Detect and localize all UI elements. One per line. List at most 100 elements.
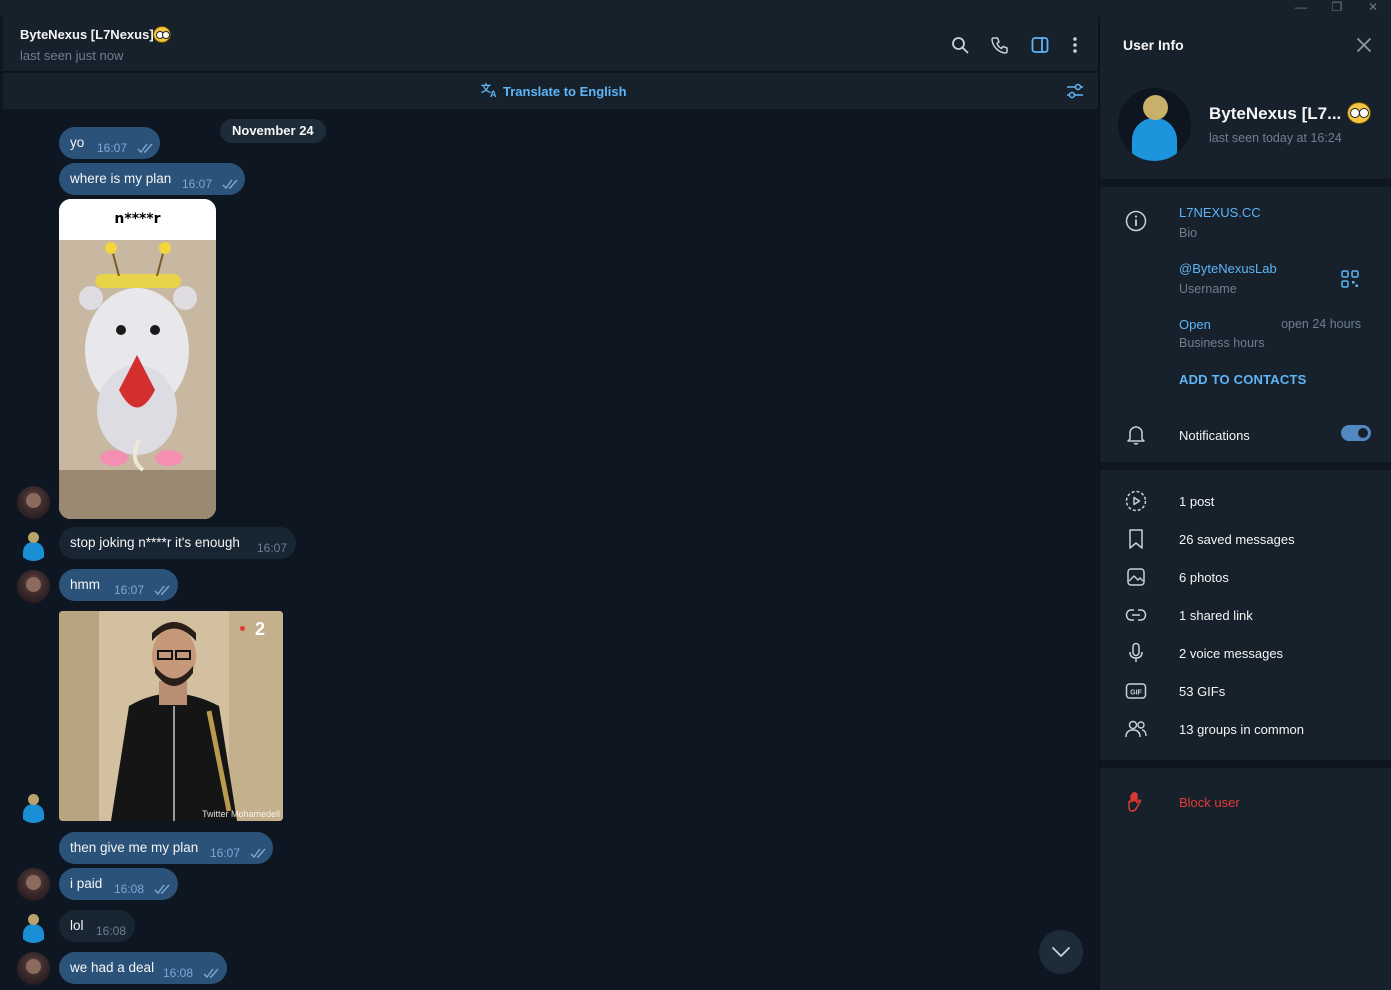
message-text: then give me my plan — [70, 840, 199, 855]
photo-icon — [1124, 565, 1148, 589]
block-user-button[interactable]: Block user — [1179, 795, 1240, 810]
info-icon — [1124, 209, 1148, 233]
message-time: 16:07 — [210, 846, 241, 860]
emoji-status-icon[interactable] — [1347, 102, 1371, 124]
gif-image — [59, 611, 283, 821]
panel-title: User Info — [1123, 37, 1184, 53]
section-divider — [1100, 179, 1391, 187]
gif-message[interactable]: 2 Twitter Mohamedell — [59, 611, 283, 821]
window-title-bar: — ❐ ✕ — [0, 0, 1391, 17]
read-checkmarks-icon — [154, 585, 170, 596]
bell-icon — [1124, 423, 1148, 447]
business-hours-detail: open 24 hours — [1281, 317, 1361, 331]
date-separator: November 24 — [220, 119, 326, 143]
channel-logo-dot — [240, 626, 245, 631]
close-window-button[interactable]: ✕ — [1355, 0, 1391, 17]
avatar[interactable] — [17, 486, 50, 519]
message-bubble-outgoing[interactable]: then give me my plan 16:07 — [59, 832, 273, 864]
notifications-toggle[interactable] — [1341, 425, 1371, 441]
link-icon — [1124, 603, 1148, 627]
chat-area: ByteNexus [L7Nexus] last seen just now 文… — [3, 17, 1098, 990]
minimize-button[interactable]: — — [1283, 0, 1319, 17]
message-time: 16:07 — [257, 541, 288, 555]
gif-image — [59, 240, 216, 519]
message-bubble-outgoing[interactable]: yo 16:07 — [59, 127, 160, 159]
bio-label: Bio — [1179, 226, 1198, 240]
gif-message[interactable]: n****r — [59, 199, 216, 519]
chat-header[interactable]: ByteNexus [L7Nexus] last seen just now — [3, 17, 1098, 72]
avatar[interactable] — [17, 952, 50, 985]
close-icon[interactable] — [1355, 36, 1373, 54]
channel-badge: 2 — [254, 619, 265, 639]
message-time: 16:08 — [96, 924, 127, 938]
avatar[interactable] — [17, 910, 50, 943]
read-checkmarks-icon — [250, 848, 266, 859]
read-checkmarks-icon — [137, 143, 153, 154]
contact-name[interactable]: ByteNexus [L7Nexus] — [20, 27, 154, 42]
avatar[interactable] — [17, 570, 50, 603]
stories-icon — [1124, 489, 1148, 513]
svg-text:A: A — [490, 89, 497, 98]
media-row-voice[interactable]: 2 voice messages — [1179, 646, 1283, 661]
restore-button[interactable]: ❐ — [1319, 0, 1355, 17]
username-label: Username — [1179, 282, 1237, 296]
media-row-links[interactable]: 1 shared link — [1179, 608, 1253, 623]
group-icon — [1124, 717, 1148, 741]
media-row-posts[interactable]: 1 post — [1179, 494, 1214, 509]
message-time: 16:07 — [182, 177, 213, 191]
translate-icon: 文A — [481, 82, 499, 101]
profile-status: last seen today at 16:24 — [1209, 131, 1342, 145]
avatar[interactable] — [17, 868, 50, 901]
translate-button[interactable]: 文A Translate to English — [481, 82, 627, 101]
microphone-icon — [1124, 641, 1148, 665]
add-to-contacts-button[interactable]: ADD TO CONTACTS — [1179, 372, 1306, 387]
message-time: 16:08 — [114, 882, 145, 896]
profile-avatar[interactable] — [1118, 88, 1191, 161]
media-row-saved[interactable]: 26 saved messages — [1179, 532, 1295, 547]
message-bubble-outgoing[interactable]: i paid 16:08 — [59, 868, 178, 900]
sidebar-toggle-icon[interactable] — [1030, 35, 1050, 55]
section-divider — [1100, 760, 1391, 768]
username-value[interactable]: @ByteNexusLab — [1179, 261, 1277, 276]
read-checkmarks-icon — [222, 179, 238, 190]
profile-name: ByteNexus [L7... — [1209, 104, 1342, 123]
read-checkmarks-icon — [154, 884, 170, 895]
avatar[interactable] — [17, 528, 50, 561]
gif-watermark: Twitter Mohamedell — [201, 809, 280, 819]
message-bubble-incoming[interactable]: stop joking n****r it's enough 16:07 — [59, 527, 296, 559]
search-icon[interactable] — [950, 35, 970, 55]
bio-value[interactable]: L7NEXUS.CC — [1179, 205, 1261, 220]
phone-icon[interactable] — [990, 35, 1010, 55]
message-text: we had a deal — [70, 960, 155, 975]
svg-text:GIF: GIF — [1130, 690, 1142, 697]
message-bubble-outgoing[interactable]: hmm 16:07 — [59, 569, 178, 601]
message-bubble-outgoing[interactable]: we had a deal 16:08 — [59, 952, 227, 984]
block-hand-icon — [1124, 790, 1148, 814]
bookmark-icon — [1124, 527, 1148, 551]
message-text: yo — [70, 135, 85, 150]
translate-settings-icon[interactable] — [1065, 81, 1085, 101]
emoji-status-icon — [153, 26, 171, 43]
section-divider — [1100, 462, 1391, 470]
more-icon[interactable] — [1065, 35, 1085, 55]
user-info-panel: User Info ByteNexus [L7... last seen tod… — [1099, 17, 1391, 990]
business-hours-label: Business hours — [1179, 336, 1265, 350]
avatar[interactable] — [17, 790, 50, 823]
qr-code-icon[interactable] — [1340, 269, 1360, 289]
media-row-photos[interactable]: 6 photos — [1179, 570, 1229, 585]
contact-status: last seen just now — [20, 48, 124, 63]
translate-bar: 文A Translate to English — [3, 73, 1098, 109]
read-checkmarks-icon — [203, 968, 219, 979]
message-bubble-outgoing[interactable]: where is my plan 16:07 — [59, 163, 245, 195]
notifications-label: Notifications — [1179, 428, 1250, 443]
message-text: i paid — [70, 876, 103, 891]
message-time: 16:08 — [163, 966, 194, 980]
message-text: stop joking n****r it's enough — [70, 535, 240, 550]
scroll-to-bottom-button[interactable] — [1039, 930, 1083, 974]
gif-icon: GIF — [1124, 679, 1148, 703]
business-hours-value[interactable]: Open — [1179, 317, 1211, 332]
media-row-gifs[interactable]: 53 GIFs — [1179, 684, 1225, 699]
message-bubble-incoming[interactable]: lol 16:08 — [59, 910, 135, 942]
message-time: 16:07 — [97, 141, 128, 155]
media-row-groups[interactable]: 13 groups in common — [1179, 722, 1304, 737]
